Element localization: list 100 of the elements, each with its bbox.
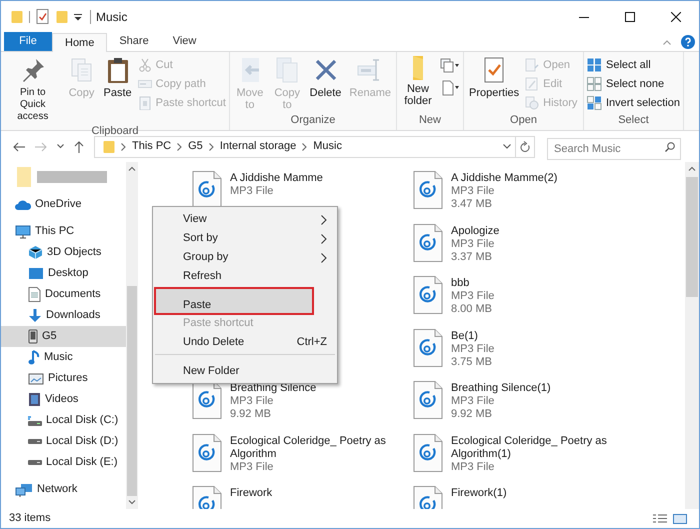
file-name[interactable]: Breathing Silence: [230, 382, 388, 395]
ribbon-button[interactable]: New folder: [400, 56, 436, 107]
large-icons-view-icon[interactable]: [673, 514, 687, 524]
group-label: Open: [509, 112, 538, 128]
scissors-icon: [138, 58, 152, 72]
up-icon[interactable]: [74, 140, 84, 152]
details-view-icon[interactable]: [653, 514, 667, 524]
cloud-icon: [15, 198, 31, 210]
file-name[interactable]: Ecological Coleridge_ Poetry as Algorithm: [230, 434, 388, 460]
menu-item[interactable]: Paste: [155, 288, 313, 314]
sidebar-item[interactable]: Local Disk (E:): [1, 452, 126, 473]
scroll-down-icon[interactable]: [128, 500, 136, 505]
file-name[interactable]: Firework: [230, 487, 388, 500]
group-label: New: [418, 112, 442, 128]
menu-item[interactable]: New Folder: [155, 354, 335, 380]
file-name[interactable]: Firework(1): [451, 487, 609, 500]
file-size: 9.92 MB: [230, 408, 272, 421]
folder-icon: [103, 140, 115, 154]
chevron-icon: [208, 142, 214, 150]
search-icon: [665, 142, 675, 152]
menu-item[interactable]: View: [155, 210, 335, 229]
sidebar-item[interactable]: This PC: [1, 221, 126, 242]
file-name[interactable]: Ecological Coleridge_ Poetry as Algorithm(1): [451, 434, 609, 460]
breadcrumb[interactable]: Music: [313, 138, 342, 155]
file-type: MP3 File: [451, 238, 496, 250]
collapse-ribbon-icon[interactable]: [663, 40, 671, 44]
search-field[interactable]: Search Music: [547, 138, 681, 160]
item-count: 33 items: [9, 511, 51, 526]
customize-dropdown-icon[interactable]: [74, 12, 82, 20]
breadcrumb[interactable]: This PC: [132, 138, 172, 155]
music-file-icon: [413, 224, 443, 262]
ribbon-button[interactable]: Delete: [308, 56, 344, 99]
ribbon-tab[interactable]: Share: [107, 32, 161, 51]
refresh-icon[interactable]: [520, 141, 530, 152]
address-field[interactable]: This PC G5 Internal storage Music: [94, 136, 535, 158]
sidebar-item[interactable]: Desktop: [1, 263, 126, 284]
music-file-icon: [413, 171, 443, 209]
content-scrollbar[interactable]: [685, 162, 699, 509]
recent-locations-icon[interactable]: [57, 144, 64, 149]
sidebar-item[interactable]: Downloads: [1, 305, 126, 326]
document-icon: [28, 287, 41, 302]
file-size: 9.92 MB: [451, 408, 493, 421]
file-type: MP3 File: [230, 185, 274, 198]
file-name[interactable]: Be(1): [451, 330, 609, 342]
sidebar-item[interactable]: G5: [1, 326, 126, 347]
file-name[interactable]: bbb: [451, 277, 609, 290]
menu-item[interactable]: Group by: [155, 248, 335, 267]
sidebar-scrollbar[interactable]: [126, 162, 138, 509]
music-file-icon: [413, 328, 443, 366]
sidebar-item[interactable]: Network: [1, 479, 126, 500]
breadcrumb[interactable]: G5: [188, 138, 203, 155]
breadcrumb[interactable]: Internal storage: [220, 138, 296, 155]
file-type: MP3 File: [230, 460, 274, 474]
sidebar-item[interactable]: Documents: [1, 284, 126, 305]
ribbon-button[interactable]: Pin to Quick access: [4, 56, 62, 123]
help-icon[interactable]: [681, 35, 695, 49]
menu-item[interactable]: Undo Delete Ctrl+Z: [155, 333, 335, 352]
sidebar-item[interactable]: Local Disk (D:): [1, 431, 126, 452]
scroll-up-icon[interactable]: [128, 166, 136, 171]
ribbon-tab[interactable]: Home: [52, 33, 108, 52]
dropdown-icon[interactable]: [503, 144, 511, 149]
file-tab[interactable]: File: [4, 32, 52, 51]
sidebar-item[interactable]: Pictures: [1, 368, 126, 389]
sidebar-item[interactable]: Videos: [1, 389, 126, 410]
sidebar-item[interactable]: Music: [1, 347, 126, 368]
ribbon-button[interactable]: Properties: [467, 56, 522, 99]
music-file-icon: [192, 434, 222, 472]
back-icon[interactable]: [13, 142, 25, 152]
file-type: MP3 File: [451, 342, 496, 356]
sidebar-item[interactable]: OneDrive: [1, 194, 126, 215]
phone-icon: [28, 329, 38, 344]
edit-icon: [525, 77, 540, 91]
music-note-icon: [28, 350, 40, 365]
scroll-thumb[interactable]: [127, 286, 137, 496]
ribbon-button[interactable]: Paste: [102, 56, 134, 99]
scroll-thumb[interactable]: [686, 177, 698, 297]
file-type: MP3 File: [451, 395, 496, 408]
scroll-up-icon[interactable]: [688, 166, 696, 171]
sidebar-item[interactable]: Local Disk (C:): [1, 410, 126, 431]
group-label: Select: [617, 112, 650, 128]
ribbon-button[interactable]: Select all: [587, 57, 680, 73]
file-name[interactable]: Apologize: [451, 224, 609, 238]
file-type: MP3 File: [451, 460, 496, 474]
menu-item[interactable]: Sort by: [155, 229, 335, 248]
file-name[interactable]: A Jiddishe Mamme: [230, 172, 388, 185]
properties-icon[interactable]: [36, 9, 50, 24]
group-label: Organize: [290, 112, 336, 128]
video-icon: [28, 392, 41, 407]
ribbon-tab[interactable]: View: [160, 32, 208, 51]
ribbon-button[interactable]: Select none: [587, 76, 680, 92]
menu-item[interactable]: Refresh: [155, 267, 335, 286]
music-file-icon: [413, 276, 443, 314]
download-icon: [28, 308, 42, 323]
new-item-icon[interactable]: [440, 58, 460, 74]
easy-access-icon[interactable]: [440, 80, 460, 96]
sidebar-item[interactable]: 3D Objects: [1, 242, 126, 263]
copy-path-icon: [138, 77, 152, 91]
file-name[interactable]: A Jiddishe Mamme(2): [451, 172, 609, 185]
ribbon-button[interactable]: Invert selection: [587, 95, 680, 111]
file-name[interactable]: Breathing Silence(1): [451, 382, 609, 395]
